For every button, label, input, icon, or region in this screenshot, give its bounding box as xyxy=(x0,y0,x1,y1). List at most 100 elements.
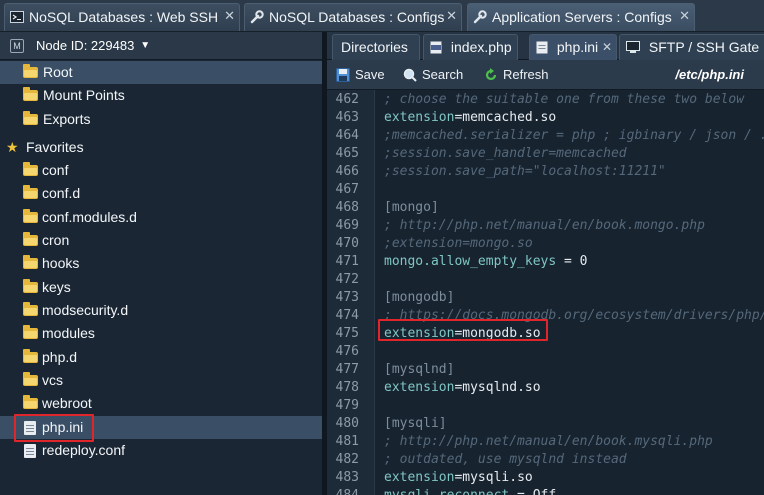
tree-item-modules[interactable]: modules xyxy=(0,322,322,345)
config-key: extension xyxy=(384,380,455,395)
line-number: 478 xyxy=(335,380,359,395)
folder-icon xyxy=(23,349,38,363)
tree-item-mount-points[interactable]: Mount Points xyxy=(0,84,322,107)
node-selector[interactable]: M Node ID: 229483 ▼ xyxy=(0,32,322,60)
code-line: 480 [mysqli] xyxy=(327,415,764,433)
search-label: Search xyxy=(422,67,464,82)
close-icon[interactable]: ✕ xyxy=(224,3,235,29)
chevron-down-icon[interactable]: ▼ xyxy=(140,40,150,51)
refresh-button[interactable]: Refresh xyxy=(484,66,549,84)
line-number: 483 xyxy=(335,470,359,485)
tree-item-label: cron xyxy=(42,232,70,248)
config-key: mysqli.reconnect xyxy=(384,488,509,495)
line-number: 481 xyxy=(335,434,359,449)
tree-item-conf-d[interactable]: conf.d xyxy=(0,182,322,205)
wrench-icon xyxy=(250,10,264,24)
tree-item-exports[interactable]: Exports xyxy=(0,108,322,131)
code-text: [mysqli] xyxy=(384,415,447,433)
tree-item-webroot[interactable]: webroot xyxy=(0,392,322,415)
line-number: 462 xyxy=(335,92,359,107)
tree-item-favorites[interactable]: ★ Favorites xyxy=(0,136,322,159)
tree-item-keys[interactable]: keys xyxy=(0,276,322,299)
line-number: 480 xyxy=(335,416,359,431)
window-tab-bar: NoSQL Databases : Web SSH ✕ NoSQL Databa… xyxy=(0,0,764,32)
tree-item-conf[interactable]: conf xyxy=(0,159,322,182)
window-tab-nosql-configs[interactable]: NoSQL Databases : Configs ✕ xyxy=(244,3,462,31)
tree-item-vcs[interactable]: vcs xyxy=(0,369,322,392)
refresh-label: Refresh xyxy=(503,67,549,82)
code-text: ;extension=mongo.so xyxy=(384,235,533,253)
tree-item-label: modules xyxy=(42,325,95,341)
code-text: ; http://php.net/manual/en/book.mongo.ph… xyxy=(384,217,705,235)
code-comment: ; http://php.net/manual/en/book.mysqli.p… xyxy=(384,434,713,449)
tree-item-root[interactable]: Root xyxy=(0,61,322,84)
code-text: [mongo] xyxy=(384,199,439,217)
tree-item-label: vcs xyxy=(42,372,63,388)
tree-item-php-d[interactable]: php.d xyxy=(0,346,322,369)
folder-icon xyxy=(23,111,38,125)
code-text: extension=memcached.so xyxy=(384,109,556,127)
file-path: /etc/php.ini xyxy=(675,67,744,82)
code-line: 477 [mysqlnd] xyxy=(327,361,764,379)
search-button[interactable]: Search xyxy=(403,66,463,84)
code-comment: ;extension=mongo.so xyxy=(384,236,533,251)
line-number: 475 xyxy=(335,326,359,341)
tree-item-label: conf.d xyxy=(42,185,81,201)
code-line: 471 mongo.allow_empty_keys = 0 xyxy=(327,253,764,271)
code-comment: ;session.save_path="localhost:11211" xyxy=(384,164,666,179)
code-line: 468 [mongo] xyxy=(327,199,764,217)
code-line: 467 xyxy=(327,181,764,199)
tree-item-cron[interactable]: cron xyxy=(0,229,322,252)
close-icon[interactable]: ✕ xyxy=(602,35,612,59)
tree-item-label: webroot xyxy=(42,395,92,411)
tree-item-label: Mount Points xyxy=(43,87,125,103)
window-tab-app-servers-configs[interactable]: Application Servers : Configs ✕ xyxy=(467,3,695,31)
file-tree-panel: M Node ID: 229483 ▼ Root Mount Points Ex… xyxy=(0,32,322,495)
tree-item-redeploy-conf[interactable]: redeploy.conf xyxy=(0,439,322,462)
code-text: ; outdated, use mysqlnd instead xyxy=(384,451,627,469)
line-number: 476 xyxy=(335,344,359,359)
code-editor[interactable]: 462 ; choose the suitable one from these … xyxy=(327,90,764,495)
tab-directories[interactable]: Directories xyxy=(332,34,420,60)
line-number: 473 xyxy=(335,290,359,305)
tree-item-modsecurity-d[interactable]: modsecurity.d xyxy=(0,299,322,322)
tree-item-label: Favorites xyxy=(26,139,84,155)
window-tab-label: NoSQL Databases : Configs xyxy=(269,9,445,25)
tree-item-hooks[interactable]: hooks xyxy=(0,252,322,275)
line-number: 465 xyxy=(335,146,359,161)
tab-sftp-ssh-gate[interactable]: SFTP / SSH Gate xyxy=(619,34,764,60)
folder-icon xyxy=(23,209,38,223)
tree-item-label: modsecurity.d xyxy=(42,302,129,318)
tab-php-ini[interactable]: php.ini ✕ xyxy=(529,34,617,60)
star-icon: ★ xyxy=(6,139,19,155)
tree-item-label: php.d xyxy=(42,349,78,365)
folder-icon xyxy=(23,185,38,199)
code-comment: ; choose the suitable one from these two… xyxy=(384,92,745,107)
save-button[interactable]: Save xyxy=(336,66,385,84)
highlight-box-php-ini xyxy=(14,414,94,442)
folder-icon xyxy=(23,279,38,293)
tree-item-conf-modules-d[interactable]: conf.modules.d xyxy=(0,206,322,229)
code-line: 462 ; choose the suitable one from these … xyxy=(327,91,764,109)
close-icon[interactable]: ✕ xyxy=(446,3,457,29)
tree-item-label: hooks xyxy=(42,255,80,271)
code-line: 466 ;session.save_path="localhost:11211" xyxy=(327,163,764,181)
config-value: mysqlnd.so xyxy=(462,380,541,395)
config-section: [mysqlnd] xyxy=(384,362,455,377)
editor-toolbar: Save Search Refresh /etc/php.ini xyxy=(327,60,764,90)
code-text: mongo.allow_empty_keys = 0 xyxy=(384,253,588,271)
code-text: ;memcached.serializer = php ; igbinary /… xyxy=(384,127,764,145)
file-tab-bar: Directories index.php php.ini ✕ SFTP / S… xyxy=(327,32,764,60)
code-text: ; http://php.net/manual/en/book.mysqli.p… xyxy=(384,433,713,451)
code-text: extension=mysqlnd.so xyxy=(384,379,541,397)
window-tab-web-ssh[interactable]: NoSQL Databases : Web SSH ✕ xyxy=(4,3,240,31)
code-text: [mysqlnd] xyxy=(384,361,454,379)
folder-icon xyxy=(23,87,38,101)
line-number: 470 xyxy=(335,236,359,251)
tab-index-php[interactable]: index.php xyxy=(423,34,518,60)
close-icon[interactable]: ✕ xyxy=(679,3,690,29)
tab-label: Directories xyxy=(341,39,408,55)
code-comment: ;session.save_handler=memcached xyxy=(384,146,627,161)
code-comment: ;memcached.serializer = php ; igbinary /… xyxy=(384,128,764,143)
line-number: 466 xyxy=(335,164,359,179)
